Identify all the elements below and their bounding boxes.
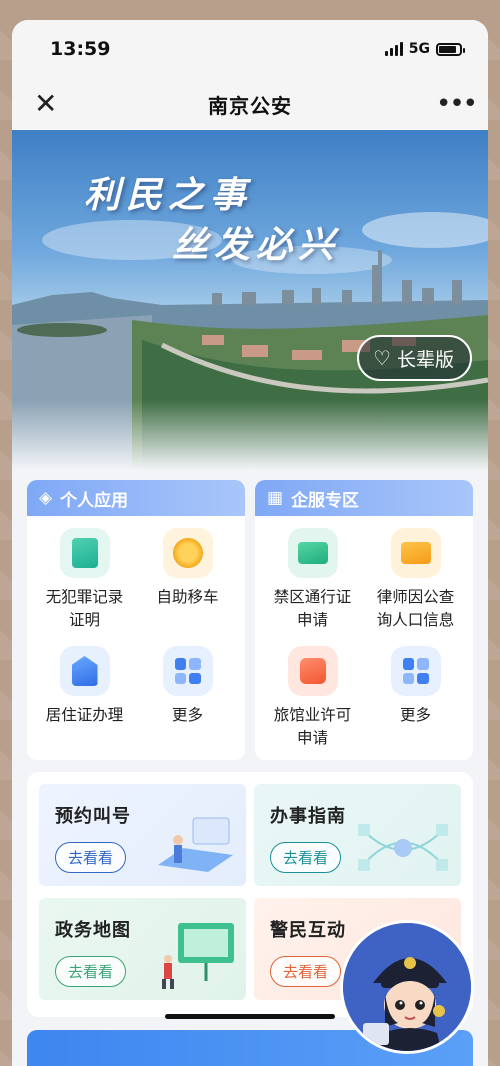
go-see-button[interactable]: 去看看	[270, 956, 342, 987]
app-label: 律师因公查询人口信息	[376, 588, 455, 629]
enterprise-apps-header: ▦ 企服专区	[255, 480, 473, 516]
police-mascot-assistant[interactable]	[340, 920, 474, 1054]
grid-icon	[390, 646, 441, 696]
app-self-move-car[interactable]: 自助移车	[136, 528, 239, 646]
app-enterprise-more[interactable]: 更多	[364, 646, 467, 760]
status-bar: 13:59 5G	[12, 20, 488, 78]
go-see-button[interactable]: 去看看	[270, 842, 342, 873]
police-mascot-avatar-icon	[343, 923, 471, 1051]
car-icon	[162, 528, 213, 578]
page-title: 南京公安	[208, 93, 292, 118]
pass-card-icon	[287, 528, 338, 578]
app-label: 禁区通行证申请	[273, 588, 352, 629]
app-personal-more[interactable]: 更多	[136, 646, 239, 760]
app-label: 居住证办理	[45, 706, 124, 724]
app-restricted-area-pass[interactable]: 禁区通行证申请	[261, 528, 364, 646]
service-guide[interactable]: 办事指南 去看看	[254, 784, 461, 886]
app-hotel-license[interactable]: 旅馆业许可申请	[261, 646, 364, 760]
home-indicator[interactable]	[165, 1014, 335, 1019]
status-indicators: 5G	[384, 41, 465, 57]
service-appointment[interactable]: 预约叫号 去看看	[39, 784, 246, 886]
app-residence-permit[interactable]: 居住证办理	[33, 646, 136, 760]
app-label: 旅馆业许可申请	[273, 706, 352, 747]
building-icon: ▦	[267, 488, 284, 508]
document-icon	[59, 528, 110, 578]
heart-icon: ♡	[373, 346, 391, 370]
app-lawyer-population-query[interactable]: 律师因公查询人口信息	[364, 528, 467, 646]
elder-mode-label: 长辈版	[396, 348, 454, 371]
id-card-icon	[390, 528, 441, 578]
app-label: 更多	[399, 706, 431, 724]
phone-screen: 13:59 5G ✕ 南京公安 ••• 利民之事 丝发必兴 ♡ 长辈版 ◈ 个人…	[12, 20, 488, 1066]
personal-apps-card: ◈ 个人应用 无犯罪记录证明 自助移车 居住证办理 更多	[27, 480, 245, 760]
app-label: 更多	[171, 706, 203, 724]
more-icon[interactable]: •••	[436, 91, 478, 117]
app-label: 自助移车	[156, 588, 219, 606]
signal-icon	[384, 42, 403, 56]
close-icon[interactable]: ✕	[34, 90, 64, 118]
grid-icon	[162, 646, 213, 696]
personal-apps-header: ◈ 个人应用	[27, 480, 245, 516]
app-no-criminal-record[interactable]: 无犯罪记录证明	[33, 528, 136, 646]
personal-apps-title: 个人应用	[60, 490, 129, 511]
nav-bar: ✕ 南京公安 •••	[12, 78, 488, 130]
go-see-button[interactable]: 去看看	[55, 842, 127, 873]
go-see-button[interactable]: 去看看	[55, 956, 127, 987]
battery-icon	[436, 42, 465, 56]
app-label: 无犯罪记录证明	[45, 588, 124, 629]
status-time: 13:59	[50, 38, 111, 60]
layers-icon: ◈	[39, 488, 53, 508]
map-board-illustration	[162, 923, 234, 989]
enterprise-apps-card: ▦ 企服专区 禁区通行证申请 律师因公查询人口信息 旅馆业许可申请 更多	[255, 480, 473, 760]
elder-mode-button[interactable]: ♡ 长辈版	[357, 335, 472, 381]
house-icon	[59, 646, 110, 696]
banner-slogan-line1: 利民之事	[84, 174, 253, 216]
network-type: 5G	[408, 41, 430, 57]
lock-license-icon	[287, 646, 338, 696]
network-diagram-illustration	[358, 824, 448, 871]
phone-queue-illustration	[158, 817, 233, 872]
service-gov-map[interactable]: 政务地图 去看看	[39, 898, 246, 1000]
app-cards: ◈ 个人应用 无犯罪记录证明 自助移车 居住证办理 更多 ▦ 企服专区 禁区通行…	[27, 480, 473, 760]
enterprise-apps-title: 企服专区	[291, 490, 360, 511]
hero-banner: 利民之事 丝发必兴 ♡ 长辈版	[12, 130, 488, 470]
banner-slogan-line2: 丝发必兴	[172, 224, 341, 266]
